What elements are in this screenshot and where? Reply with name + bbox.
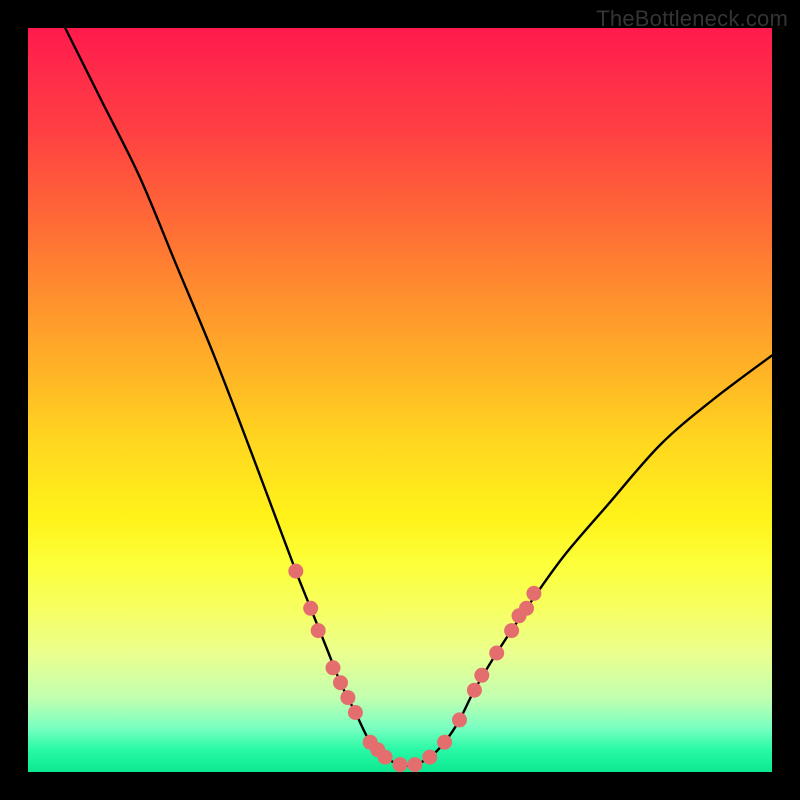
data-marker <box>452 712 467 727</box>
data-marker <box>311 623 326 638</box>
plot-area <box>28 28 772 772</box>
data-marker <box>467 683 482 698</box>
bottleneck-curve <box>65 28 772 766</box>
data-marker <box>393 757 408 772</box>
data-marker <box>288 564 303 579</box>
data-marker <box>519 601 534 616</box>
chart-frame: TheBottleneck.com <box>0 0 800 800</box>
data-marker <box>378 750 393 765</box>
data-marker <box>437 735 452 750</box>
bottleneck-curve-svg <box>28 28 772 772</box>
data-marker <box>303 601 318 616</box>
data-marker <box>422 750 437 765</box>
data-marker <box>333 675 348 690</box>
data-marker <box>489 646 504 661</box>
data-marker <box>474 668 489 683</box>
data-marker <box>326 660 341 675</box>
data-marker <box>340 690 355 705</box>
data-marker <box>348 705 363 720</box>
data-markers <box>288 564 541 772</box>
watermark-text: TheBottleneck.com <box>596 6 788 32</box>
data-marker <box>504 623 519 638</box>
data-marker <box>526 586 541 601</box>
data-marker <box>407 757 422 772</box>
